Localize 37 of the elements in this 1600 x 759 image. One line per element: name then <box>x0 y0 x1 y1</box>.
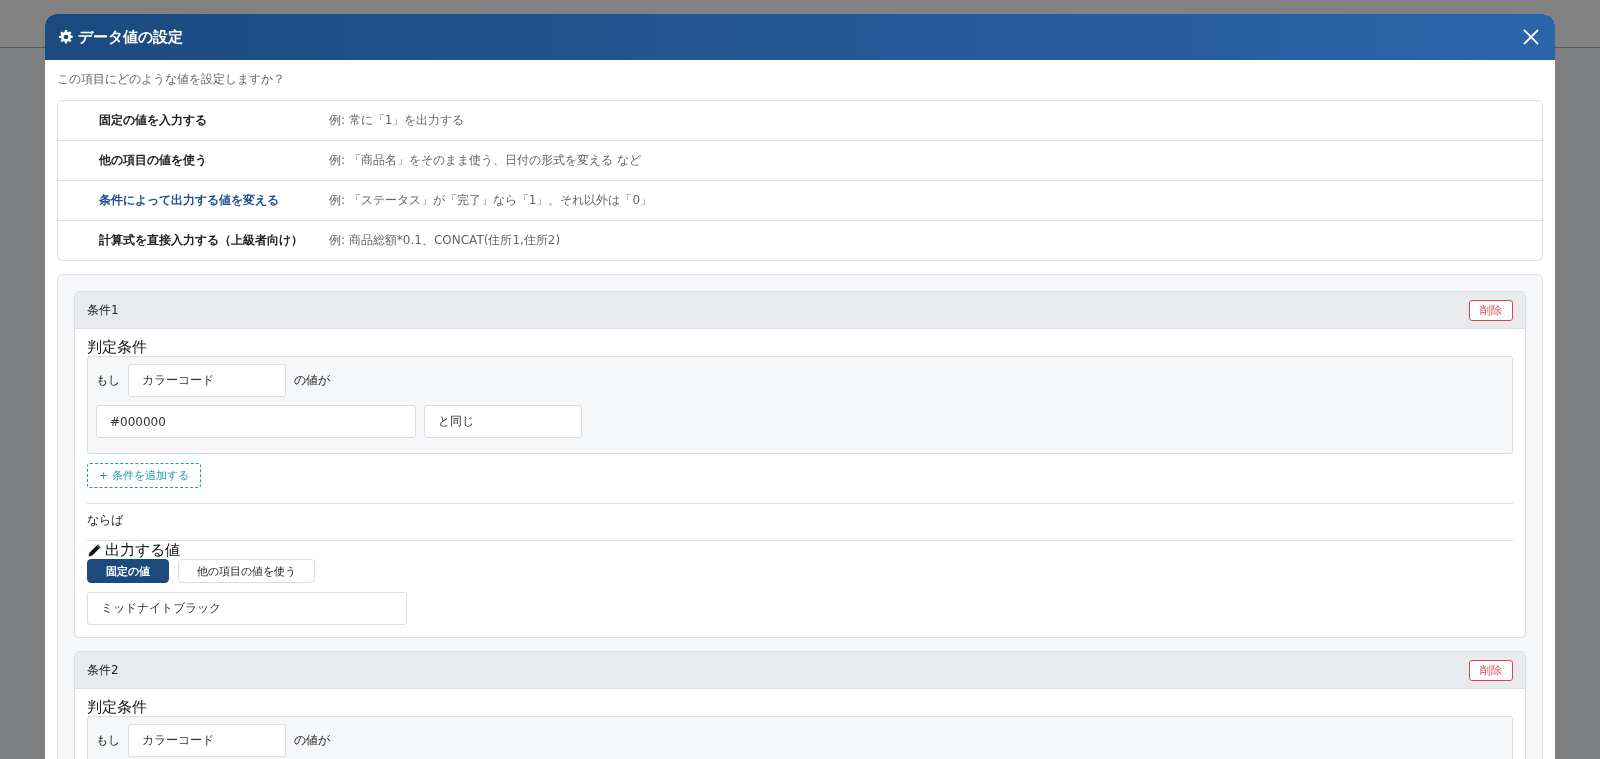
suffix-label: の値が <box>294 732 330 749</box>
section-heading: 判定条件 <box>87 698 148 716</box>
option-label: 計算式を直接入力する（上級者向け） <box>98 232 304 249</box>
add-condition-button[interactable]: + 条件を追加する <box>87 463 201 488</box>
value-field[interactable]: #000000 <box>96 405 416 438</box>
condition-title: 条件1 <box>87 301 119 319</box>
dialog-title: データ値の設定 <box>78 27 183 47</box>
option-label: 条件によって出力する値を変える <box>98 192 280 209</box>
suffix-label: の値が <box>294 372 330 389</box>
option-row[interactable]: 条件によって出力する値を変える 例: 「ステータス」が「完了」なら「1」、それ以外は「0」 <box>58 180 1542 220</box>
prompt-text: この項目にどのような値を設定しますか？ <box>57 71 286 88</box>
section-heading: 判定条件 <box>87 338 148 356</box>
delete-button[interactable]: 削除 <box>1469 659 1513 681</box>
option-example: 例: 「ステータス」が「完了」なら「1」、それ以外は「0」 <box>329 192 653 209</box>
pencil-icon <box>87 542 102 558</box>
option-label: 固定の値を入力する <box>98 112 208 129</box>
settings-icon <box>59 30 73 44</box>
option-example: 例: 商品総額*0.1、CONCAT(住所1,住所2) <box>329 232 561 249</box>
field-select[interactable]: カラーコード <box>128 724 286 757</box>
option-row[interactable]: 他の項目の値を使う 例: 「商品名」をそのまま使う、日付の形式を変える など <box>58 140 1542 180</box>
operator-select[interactable]: と同じ <box>424 405 582 438</box>
option-row[interactable]: 計算式を直接入力する（上級者向け） 例: 商品総額*0.1、CONCAT(住所1,住所2) <box>58 220 1542 260</box>
output-value-field[interactable]: ミッドナイトブラック <box>87 592 407 625</box>
section-heading: 出力する値 <box>105 541 180 559</box>
option-example: 例: 常に「1」を出力する <box>329 112 465 129</box>
output-tab[interactable]: 固定の値 <box>87 559 169 583</box>
delete-button[interactable]: 削除 <box>1469 299 1513 321</box>
if-label: もし <box>96 732 120 749</box>
condition-title: 条件2 <box>87 661 119 679</box>
then-label: ならば <box>87 512 124 529</box>
option-row[interactable]: 固定の値を入力する 例: 常に「1」を出力する <box>58 101 1542 140</box>
if-label: もし <box>96 372 120 389</box>
field-select[interactable]: カラーコード <box>128 364 286 397</box>
output-tab[interactable]: 他の項目の値を使う <box>178 559 315 583</box>
option-label: 他の項目の値を使う <box>98 152 208 169</box>
close-button[interactable] <box>1521 27 1541 47</box>
option-example: 例: 「商品名」をそのまま使う、日付の形式を変える など <box>329 152 641 169</box>
